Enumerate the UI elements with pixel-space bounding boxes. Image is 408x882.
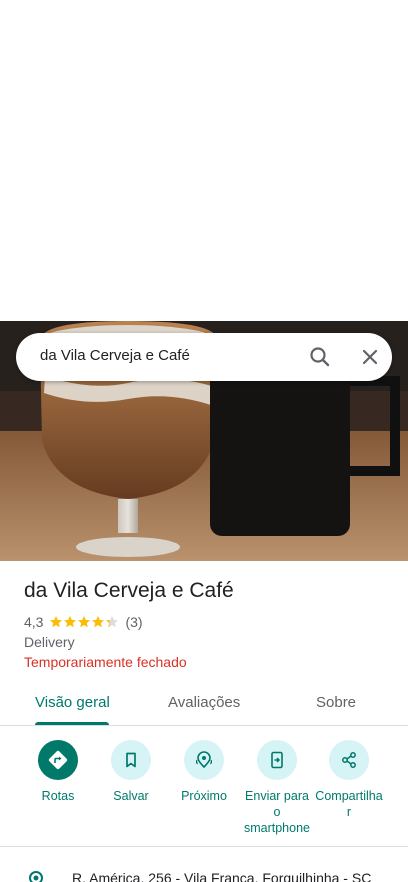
rating-value: 4,3	[24, 614, 44, 630]
tab-reviews[interactable]: Avaliações	[168, 694, 240, 711]
map-blank-area	[0, 0, 408, 321]
close-icon	[362, 349, 378, 365]
tab-about[interactable]: Sobre	[316, 694, 356, 711]
divider	[0, 846, 408, 847]
address-row[interactable]: R. América, 256 - Vila Franca, Forquilhi…	[0, 866, 408, 882]
address-text: R. América, 256 - Vila Franca, Forquilhi…	[72, 870, 372, 882]
rating-row[interactable]: 4,3 (3)	[24, 613, 143, 631]
save-label: Salvar	[113, 789, 149, 803]
directions-icon	[48, 750, 68, 770]
share-icon	[342, 752, 356, 768]
nearby-button[interactable]: Próximo	[164, 740, 244, 804]
review-count[interactable]: (3)	[125, 614, 142, 630]
place-title: da Vila Cerveja e Café	[24, 579, 234, 602]
bookmark-icon	[126, 752, 136, 768]
action-buttons: Rotas Salvar Próximo Enviar para o smart…	[0, 740, 408, 840]
share-label: Compartilha r	[315, 789, 383, 819]
tab-overview[interactable]: Visão geral	[35, 694, 110, 711]
star-icon	[64, 616, 77, 628]
search-button[interactable]	[306, 343, 334, 371]
star-icon	[92, 616, 105, 628]
share-button[interactable]: Compartilha r	[309, 740, 389, 820]
send-to-phone-button[interactable]: Enviar para o smartphone	[237, 740, 317, 836]
star-icon	[106, 616, 119, 628]
open-status: Temporariamente fechado	[24, 654, 187, 670]
active-tab-indicator	[35, 722, 109, 725]
search-query[interactable]: da Vila Cerveja e Café	[40, 347, 190, 364]
close-button[interactable]	[356, 343, 384, 371]
star-icon	[78, 616, 91, 628]
rating-stars	[49, 615, 119, 629]
directions-label: Rotas	[41, 789, 75, 803]
save-button[interactable]: Salvar	[91, 740, 171, 804]
send-to-phone-label: Enviar para o smartphone	[243, 789, 310, 835]
search-icon	[310, 347, 330, 367]
directions-button[interactable]: Rotas	[18, 740, 98, 804]
place-category: Delivery	[24, 634, 75, 650]
nearby-label: Próximo	[181, 789, 227, 803]
star-icon	[50, 616, 63, 628]
tab-bar: Visão geral Avaliações Sobre	[0, 682, 408, 726]
nearby-icon	[195, 751, 213, 769]
location-pin-icon	[29, 871, 43, 882]
send-to-phone-icon	[271, 751, 283, 769]
search-bar[interactable]: da Vila Cerveja e Café	[16, 333, 392, 381]
